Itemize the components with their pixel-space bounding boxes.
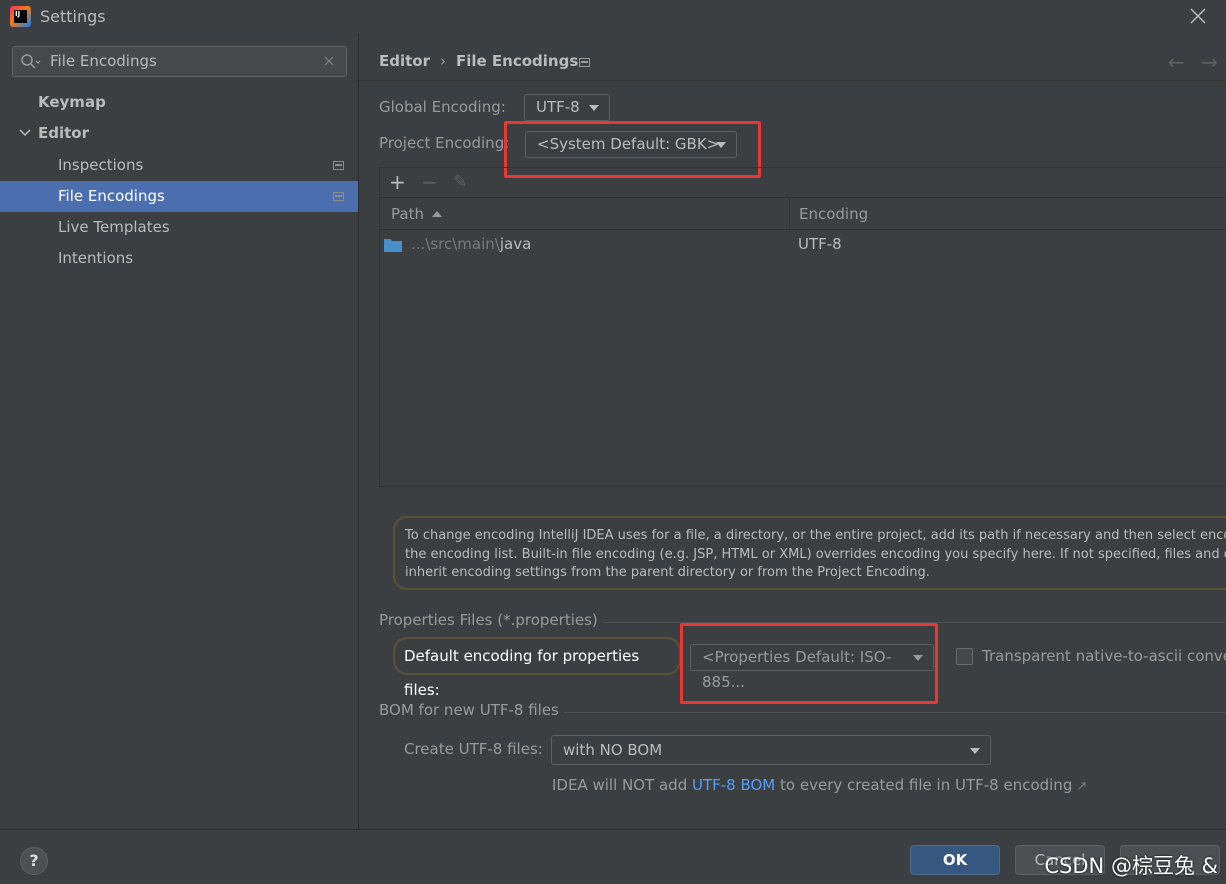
table-header: Path Encoding xyxy=(380,198,1226,230)
section-divider xyxy=(603,622,1226,623)
project-settings-icon xyxy=(333,161,344,170)
encoding-help-text: To change encoding IntelliJ IDEA uses fo… xyxy=(393,516,1226,590)
project-settings-icon xyxy=(333,192,344,201)
sidebar-item-keymap[interactable]: Keymap xyxy=(0,87,358,118)
search-input[interactable]: File Encodings xyxy=(12,46,347,77)
sidebar-item-label: Intentions xyxy=(58,249,134,267)
close-icon[interactable] xyxy=(1188,6,1208,26)
global-encoding-label: Global Encoding: xyxy=(379,98,506,116)
sidebar-item-label: Keymap xyxy=(38,93,106,111)
transparent-ascii-label[interactable]: Transparent native-to-ascii conversion xyxy=(982,647,1226,665)
table-row[interactable]: ...\src\main\java UTF-8 xyxy=(380,231,1226,261)
help-line: inherit encoding settings from the paren… xyxy=(405,565,930,580)
dialog-footer: ? OK Cancel CSDN @棕豆兔 & xyxy=(0,829,1226,884)
transparent-ascii-checkbox[interactable] xyxy=(956,648,973,665)
create-utf8-label: Create UTF-8 files: xyxy=(404,740,543,758)
external-link-icon: ↗ xyxy=(1076,779,1088,794)
add-icon[interactable]: + xyxy=(389,170,406,194)
dropdown-arrow-icon xyxy=(913,655,923,661)
global-encoding-value: UTF-8 xyxy=(536,98,580,116)
sidebar-item-label: Live Templates xyxy=(58,218,170,236)
breadcrumb-separator: › xyxy=(440,52,446,70)
folder-icon xyxy=(384,239,402,252)
chevron-down-icon[interactable] xyxy=(18,118,32,149)
encoding-cell[interactable]: UTF-8 xyxy=(798,235,842,253)
bom-value: with NO BOM xyxy=(563,741,663,759)
column-header-encoding[interactable]: Encoding xyxy=(799,205,868,223)
sidebar-item-live-templates[interactable]: Live Templates xyxy=(0,212,358,243)
properties-section-title: Properties Files (*.properties) xyxy=(379,611,598,629)
project-scope-icon xyxy=(579,58,590,67)
header-divider xyxy=(359,80,1226,81)
history-nav: ← → xyxy=(1156,50,1218,74)
edit-icon[interactable]: ✎ xyxy=(453,172,467,192)
title-bar: IJ Settings xyxy=(0,0,1226,34)
window-title: Settings xyxy=(40,7,106,26)
settings-sidebar: File Encodings Keymap Editor Inspections… xyxy=(0,34,358,829)
sidebar-item-label: File Encodings xyxy=(58,187,165,205)
project-encoding-value: <System Default: GBK> xyxy=(537,135,720,153)
forward-arrow-icon[interactable]: → xyxy=(1201,50,1218,74)
breadcrumb: Editor › File Encodings xyxy=(379,52,578,70)
section-divider xyxy=(564,712,1226,713)
sidebar-item-label: Inspections xyxy=(58,156,144,174)
project-encoding-dropdown[interactable]: <System Default: GBK> xyxy=(525,131,737,158)
sidebar-item-file-encodings[interactable]: File Encodings xyxy=(0,181,358,212)
back-arrow-icon[interactable]: ← xyxy=(1168,50,1185,74)
bom-note: IDEA will NOT add UTF-8 BOM to every cre… xyxy=(552,776,1088,794)
global-encoding-dropdown[interactable]: UTF-8 xyxy=(524,94,610,121)
sidebar-item-label: Editor xyxy=(38,124,89,142)
dropdown-arrow-icon xyxy=(970,748,980,754)
table-toolbar: + − ✎ xyxy=(379,167,1226,197)
bom-dropdown[interactable]: with NO BOM xyxy=(551,735,991,765)
properties-encoding-value: <Properties Default: ISO-885... xyxy=(702,648,892,691)
help-line: To change encoding IntelliJ IDEA uses fo… xyxy=(405,528,1226,543)
sidebar-item-editor[interactable]: Editor xyxy=(0,118,358,149)
settings-content: Editor › File Encodings ← → Global Encodin… xyxy=(358,34,1226,829)
search-value: File Encodings xyxy=(50,52,157,70)
logo-text: IJ xyxy=(14,10,27,23)
sidebar-item-inspections[interactable]: Inspections xyxy=(0,150,358,181)
remove-icon[interactable]: − xyxy=(421,170,438,194)
project-encoding-label: Project Encoding: xyxy=(379,134,510,152)
column-divider xyxy=(789,198,790,230)
watermark: CSDN @棕豆兔 & xyxy=(1044,854,1218,878)
help-line: the encoding list. Built-in file encodin… xyxy=(405,546,1226,562)
encoding-table: Path Encoding ...\src\main\java UTF-8 xyxy=(379,197,1226,487)
breadcrumb-parent[interactable]: Editor xyxy=(379,52,430,70)
sort-ascending-icon xyxy=(431,211,442,217)
dropdown-arrow-icon xyxy=(716,142,726,148)
bom-section-title: BOM for new UTF-8 files xyxy=(379,701,559,719)
breadcrumb-current: File Encodings xyxy=(456,52,579,70)
dropdown-arrow-icon xyxy=(589,105,599,111)
column-header-path[interactable]: Path xyxy=(391,205,442,223)
properties-encoding-dropdown[interactable]: <Properties Default: ISO-885... xyxy=(690,644,934,691)
properties-default-label: Default encoding for properties files: xyxy=(393,637,681,699)
utf8-bom-link[interactable]: UTF-8 BOM xyxy=(692,776,775,794)
search-icon xyxy=(21,54,41,69)
ok-button[interactable]: OK xyxy=(910,845,1000,875)
help-button[interactable]: ? xyxy=(20,847,48,875)
sidebar-item-intentions[interactable]: Intentions xyxy=(0,243,358,274)
path-cell: ...\src\main\java xyxy=(411,235,532,253)
clear-search-icon[interactable] xyxy=(322,54,336,68)
intellij-logo-icon: IJ xyxy=(10,6,31,27)
